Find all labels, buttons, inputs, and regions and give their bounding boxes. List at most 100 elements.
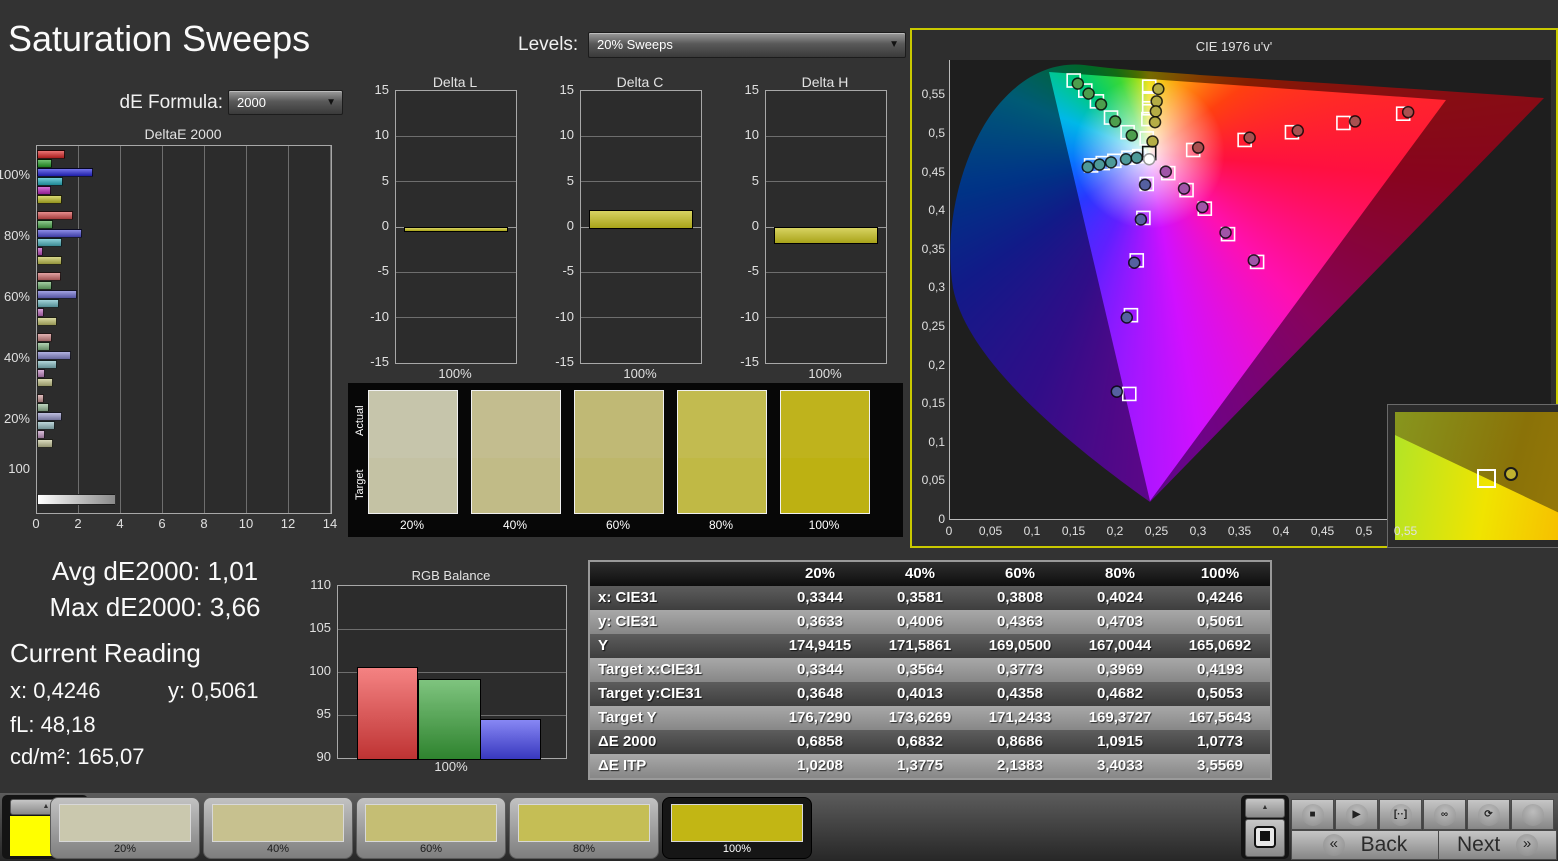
deltae-bar: [37, 246, 44, 256]
cie-measured-circle: [1146, 135, 1159, 148]
deltae-bar: [37, 412, 62, 422]
patch-color-chip: [212, 804, 344, 842]
delta-l-y-axis: 15 10 5 0 -5 -10 -15: [363, 82, 391, 369]
patch-button-20%[interactable]: 20%: [50, 797, 200, 859]
cie-measured-circle: [1081, 160, 1095, 174]
rgb-gridline: [338, 628, 566, 630]
patch-color-chip: [59, 804, 191, 842]
delta-y-tick: -15: [555, 354, 574, 369]
cie-measured-circle: [1149, 105, 1163, 118]
table-cell: 0,5053: [1197, 685, 1243, 702]
table-cell: 0,3969: [1097, 661, 1143, 678]
delta-h-title: Delta H: [801, 74, 849, 90]
deltae-bar: [37, 378, 54, 388]
table-cell: 0,4363: [997, 613, 1043, 630]
actual-color: [575, 391, 663, 459]
actual-color: [781, 391, 869, 459]
de-formula-dropdown[interactable]: 2000 ▼: [228, 90, 343, 115]
next-button[interactable]: Next »: [1438, 830, 1557, 860]
deltae-gridline: [246, 146, 247, 513]
deltae-gridline: [288, 146, 289, 513]
table-cell: 167,0044: [1088, 637, 1152, 654]
transport-play-button[interactable]: ▶: [1335, 799, 1378, 830]
deltae-gridline: [330, 146, 331, 513]
patch-button-100%[interactable]: 100%: [662, 797, 812, 859]
cie-x-tick: 0,55: [1393, 524, 1418, 538]
delta-c-x-label: 100%: [623, 366, 657, 381]
table-row: Target Y 176,7290 173,6269 171,2433 169,3727…: [590, 706, 1270, 730]
rgb-y-tick: 110: [310, 577, 331, 592]
window-size-button[interactable]: [1245, 819, 1285, 857]
patch-button-40%[interactable]: 40%: [203, 797, 353, 859]
target-color: [472, 458, 560, 513]
cie-x-tick: 0,2: [1106, 524, 1124, 538]
controls-expand-button[interactable]: ▲: [1245, 798, 1285, 818]
patch-button-80%[interactable]: 80%: [509, 797, 659, 859]
deltae-bar: [37, 307, 45, 317]
bottom-toolbar: ▲ 20% 40% 60% 80% 100% ▲ ■ ▶ [··] ∞ ⟳ « Back Nex…: [0, 793, 1558, 861]
delta-h-x-label: 100%: [808, 366, 842, 381]
table-cell: 0,3344: [797, 661, 843, 678]
next-label: Next: [1456, 833, 1501, 856]
transport-stop-button[interactable]: ■: [1291, 799, 1334, 830]
current-x: x: 0,4246: [10, 678, 101, 703]
table-header-cell: 40%: [904, 565, 936, 582]
cie-x-tick: 0,15: [1061, 524, 1086, 538]
table-cell: 0,4013: [897, 685, 943, 702]
cie-1976-panel: CIE 1976 u'v' 0 0,05 0,1 0,15 0,2 0,25 0,3 0,35…: [910, 28, 1558, 548]
cie-measured-circle: [1401, 105, 1415, 119]
delta-y-tick: 15: [374, 82, 389, 97]
transport-infinity-button[interactable]: ∞: [1423, 799, 1466, 830]
target-row-label: Target: [354, 469, 366, 501]
deltae-x-axis: 0 2 4 6 8 10 12 14: [32, 516, 337, 532]
table-header-row: 20% 40% 60% 80% 100%: [590, 562, 1270, 586]
current-reading-title: Current Reading: [10, 638, 201, 668]
table-cell: 171,2433: [988, 709, 1052, 726]
compare-swatch-label: 100%: [808, 518, 840, 532]
deltae-bar: [37, 255, 62, 265]
delta-bar: [404, 227, 508, 232]
table-row: Target x:CIE31 0,3344 0,3564 0,3773 0,3969 0,…: [590, 658, 1270, 682]
table-header-cell: [590, 562, 770, 586]
actual-color: [678, 391, 766, 459]
table-row-label: ΔE 2000: [598, 733, 657, 750]
back-button[interactable]: « Back: [1291, 830, 1439, 860]
deltae-bar: [37, 421, 56, 431]
cie-x-tick: 0,3: [1189, 524, 1207, 538]
transport-refresh-button[interactable]: ⟳: [1467, 799, 1510, 830]
table-cell: 1,3775: [897, 757, 943, 774]
deltae-bar: [37, 430, 46, 440]
cie-measured-circle: [1125, 129, 1139, 142]
cie-measured-circle: [1108, 115, 1122, 128]
compare-swatch-20%: [368, 390, 458, 514]
cie-x-tick: 0,5: [1355, 524, 1373, 538]
cie-y-tick: 0,4: [928, 203, 945, 218]
blank-icon: [1521, 803, 1544, 826]
deltae-group-label: 60%: [3, 288, 30, 304]
transport-bracket-button[interactable]: [··]: [1379, 799, 1422, 830]
actual-color: [472, 391, 560, 459]
table-cell: 0,6858: [797, 733, 843, 750]
cie-y-tick: 0,5: [928, 126, 945, 140]
levels-dropdown[interactable]: 20% Sweeps ▼: [588, 32, 906, 58]
delta-y-tick: 10: [744, 127, 759, 143]
deltae-x-tick: 8: [200, 516, 208, 531]
table-row-label: Y: [598, 637, 609, 654]
cie-target-square: [1121, 386, 1137, 402]
patch-button-60%[interactable]: 60%: [356, 797, 506, 859]
delta-l-x-label: 100%: [438, 366, 472, 381]
cie-measured-circle: [1071, 77, 1085, 90]
deltae-bar: [37, 369, 46, 379]
rgb-y-tick: 105: [309, 620, 331, 635]
delta-c-y-axis: 15 10 5 0 -5 -10 -15: [548, 82, 576, 369]
cie-measured-circle: [1196, 200, 1209, 214]
patch-color-chip: [671, 804, 803, 842]
rgb-balance-x-label: 100%: [434, 759, 468, 774]
table-cell: 0,4006: [897, 613, 943, 630]
compare-swatch-label: 40%: [502, 518, 528, 532]
table-cell: 165,0692: [1188, 637, 1252, 654]
page-title: Saturation Sweeps: [8, 18, 311, 59]
table-row: x: CIE31 0,3344 0,3581 0,3808 0,4024 0,4246: [590, 586, 1270, 610]
table-row-label: ΔE ITP: [598, 757, 647, 774]
deltae-bar: [37, 237, 62, 247]
